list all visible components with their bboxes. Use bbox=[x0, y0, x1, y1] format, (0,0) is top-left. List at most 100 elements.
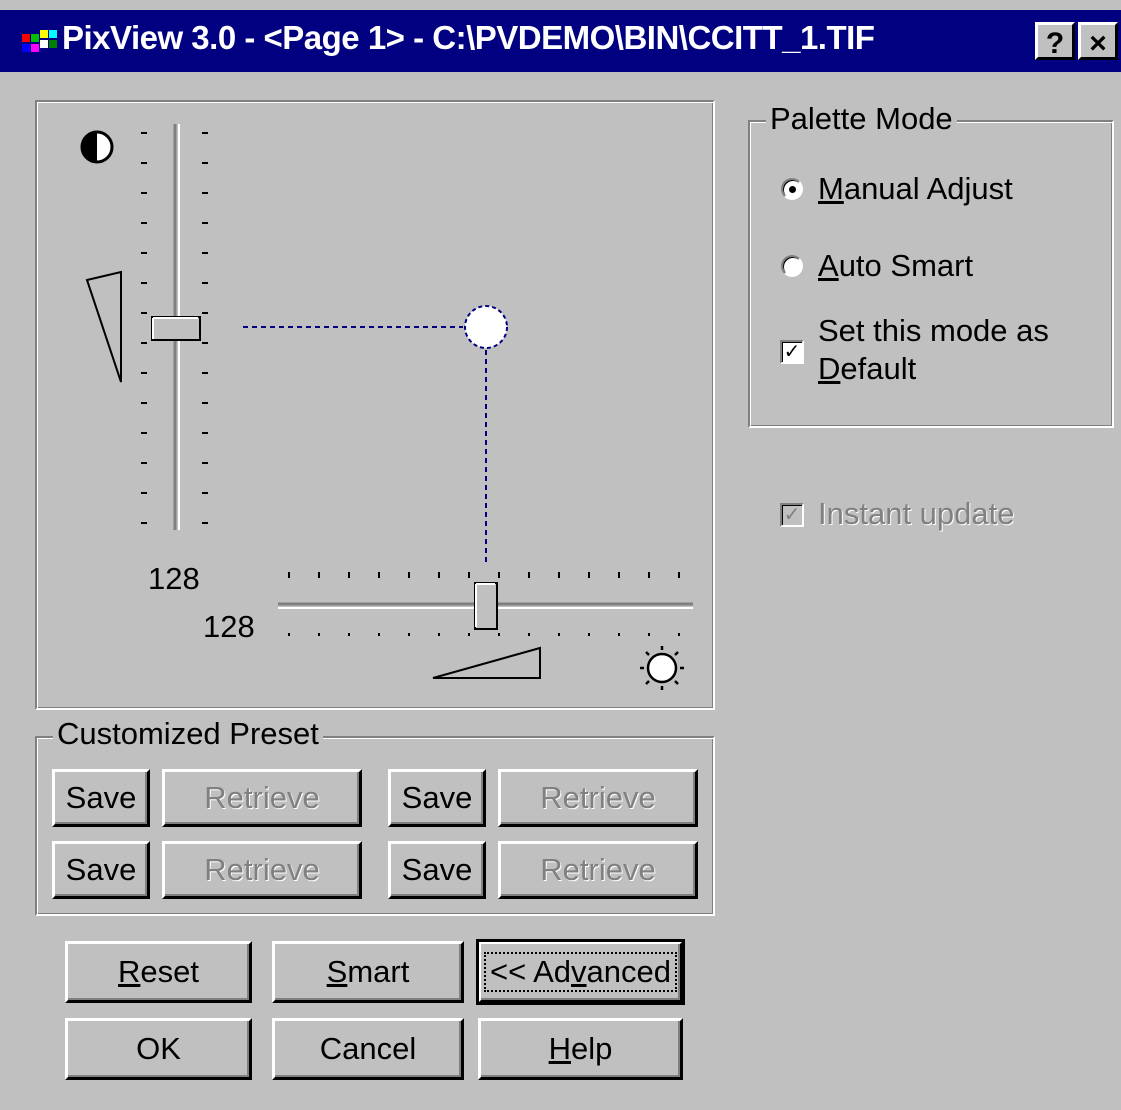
tick-mark bbox=[202, 192, 208, 194]
tick-mark bbox=[202, 282, 208, 284]
tick-mark bbox=[141, 402, 147, 404]
contrast-ramp-icon bbox=[85, 270, 122, 383]
contrast-slider-thumb[interactable] bbox=[151, 316, 201, 341]
sun-icon bbox=[640, 646, 684, 690]
tick-mark bbox=[141, 522, 147, 524]
tick-mark bbox=[202, 462, 208, 464]
manual-adjust-radio[interactable] bbox=[781, 178, 803, 200]
reset-text: eset bbox=[140, 954, 199, 989]
contrast-value: 128 bbox=[148, 561, 200, 596]
tick-mark bbox=[318, 633, 320, 636]
tick-mark bbox=[498, 633, 500, 636]
tick-mark bbox=[588, 633, 590, 636]
save-button-4[interactable]: Save bbox=[388, 841, 486, 899]
auto-smart-label[interactable]: Auto Smart bbox=[818, 248, 973, 284]
manual-adjust-text: anual Adjust bbox=[843, 171, 1013, 206]
title-bar: PixView 3.0 - <Page 1> - C:\PVDEMO\BIN\C… bbox=[0, 0, 1121, 80]
brightness-slider-thumb[interactable] bbox=[474, 582, 498, 630]
save-button-2[interactable]: Save bbox=[388, 769, 486, 827]
tick-mark bbox=[141, 312, 147, 314]
save-button-3[interactable]: Save bbox=[52, 841, 150, 899]
tick-mark bbox=[202, 132, 208, 134]
tick-mark bbox=[141, 372, 147, 374]
app-icon bbox=[22, 30, 57, 52]
retrieve-button-2[interactable]: Retrieve bbox=[498, 769, 698, 827]
tick-mark bbox=[528, 633, 530, 636]
tick-mark bbox=[678, 633, 680, 636]
tick-mark bbox=[202, 402, 208, 404]
tick-mark bbox=[141, 462, 147, 464]
tick-mark bbox=[141, 492, 147, 494]
default-mode-text: efault bbox=[840, 351, 917, 386]
help-button[interactable]: Help bbox=[478, 1018, 683, 1080]
tick-mark bbox=[202, 342, 208, 344]
brightness-ramp-icon bbox=[432, 646, 541, 679]
tick-mark bbox=[558, 572, 560, 578]
cancel-button[interactable]: Cancel bbox=[272, 1018, 464, 1080]
reset-button[interactable]: Reset bbox=[65, 941, 252, 1003]
tick-mark bbox=[288, 572, 290, 578]
adjust-point-handle[interactable] bbox=[464, 305, 508, 349]
tick-mark bbox=[348, 572, 350, 578]
tick-mark bbox=[528, 572, 530, 578]
tick-mark bbox=[202, 432, 208, 434]
auto-smart-text: uto Smart bbox=[838, 248, 974, 283]
tick-mark bbox=[141, 132, 147, 134]
smart-button[interactable]: Smart bbox=[272, 941, 464, 1003]
tick-mark bbox=[141, 192, 147, 194]
tick-mark bbox=[678, 572, 680, 578]
default-mode-checkbox[interactable]: ✓ bbox=[780, 340, 804, 364]
tick-mark bbox=[408, 572, 410, 578]
advanced-button[interactable]: << Advanced bbox=[476, 939, 685, 1005]
instant-update-checkbox[interactable]: ✓ bbox=[780, 503, 804, 527]
tick-mark bbox=[288, 633, 290, 636]
window-title: PixView 3.0 - <Page 1> - C:\PVDEMO\BIN\C… bbox=[62, 19, 875, 56]
tick-mark bbox=[202, 372, 208, 374]
retrieve-button-4[interactable]: Retrieve bbox=[498, 841, 698, 899]
advanced-label: << Advanced bbox=[484, 952, 677, 992]
instant-update-label[interactable]: Instant update bbox=[818, 496, 1015, 532]
ok-button[interactable]: OK bbox=[65, 1018, 252, 1080]
help-caption-button[interactable]: ? bbox=[1035, 22, 1075, 60]
tick-mark bbox=[141, 222, 147, 224]
auto-smart-radio[interactable] bbox=[781, 255, 803, 277]
default-mode-label-line1[interactable]: Set this mode as bbox=[818, 313, 1049, 349]
retrieve-button-1[interactable]: Retrieve bbox=[162, 769, 362, 827]
palette-mode-legend: Palette Mode bbox=[766, 102, 957, 136]
tick-mark bbox=[618, 572, 620, 578]
tick-mark bbox=[318, 572, 320, 578]
tick-mark bbox=[202, 162, 208, 164]
tick-mark bbox=[408, 633, 410, 636]
smart-text: mart bbox=[347, 954, 410, 989]
brightness-value: 128 bbox=[203, 609, 255, 644]
tick-mark bbox=[141, 282, 147, 284]
tick-mark bbox=[202, 492, 208, 494]
tick-mark bbox=[618, 633, 620, 636]
tick-mark bbox=[348, 633, 350, 636]
tick-mark bbox=[202, 222, 208, 224]
tick-mark bbox=[498, 572, 500, 578]
save-button-1[interactable]: Save bbox=[52, 769, 150, 827]
adjust-crosshair bbox=[243, 326, 487, 562]
tick-mark bbox=[588, 572, 590, 578]
tick-mark bbox=[202, 252, 208, 254]
tick-mark bbox=[141, 342, 147, 344]
default-mode-label-line2[interactable]: Default bbox=[818, 351, 916, 387]
help-text: elp bbox=[571, 1031, 613, 1066]
contrast-icon bbox=[80, 130, 114, 164]
close-button[interactable]: × bbox=[1078, 22, 1118, 60]
tick-mark bbox=[648, 633, 650, 636]
tick-mark bbox=[558, 633, 560, 636]
tick-mark bbox=[438, 572, 440, 578]
tick-mark bbox=[141, 432, 147, 434]
retrieve-button-3[interactable]: Retrieve bbox=[162, 841, 362, 899]
tick-mark bbox=[468, 633, 470, 636]
tick-mark bbox=[438, 633, 440, 636]
tick-mark bbox=[202, 522, 208, 524]
adjust-graph bbox=[80, 124, 693, 690]
tick-mark bbox=[378, 633, 380, 636]
tick-mark bbox=[468, 572, 470, 578]
tick-mark bbox=[202, 312, 208, 314]
tick-mark bbox=[141, 252, 147, 254]
manual-adjust-label[interactable]: Manual Adjust bbox=[818, 171, 1013, 207]
